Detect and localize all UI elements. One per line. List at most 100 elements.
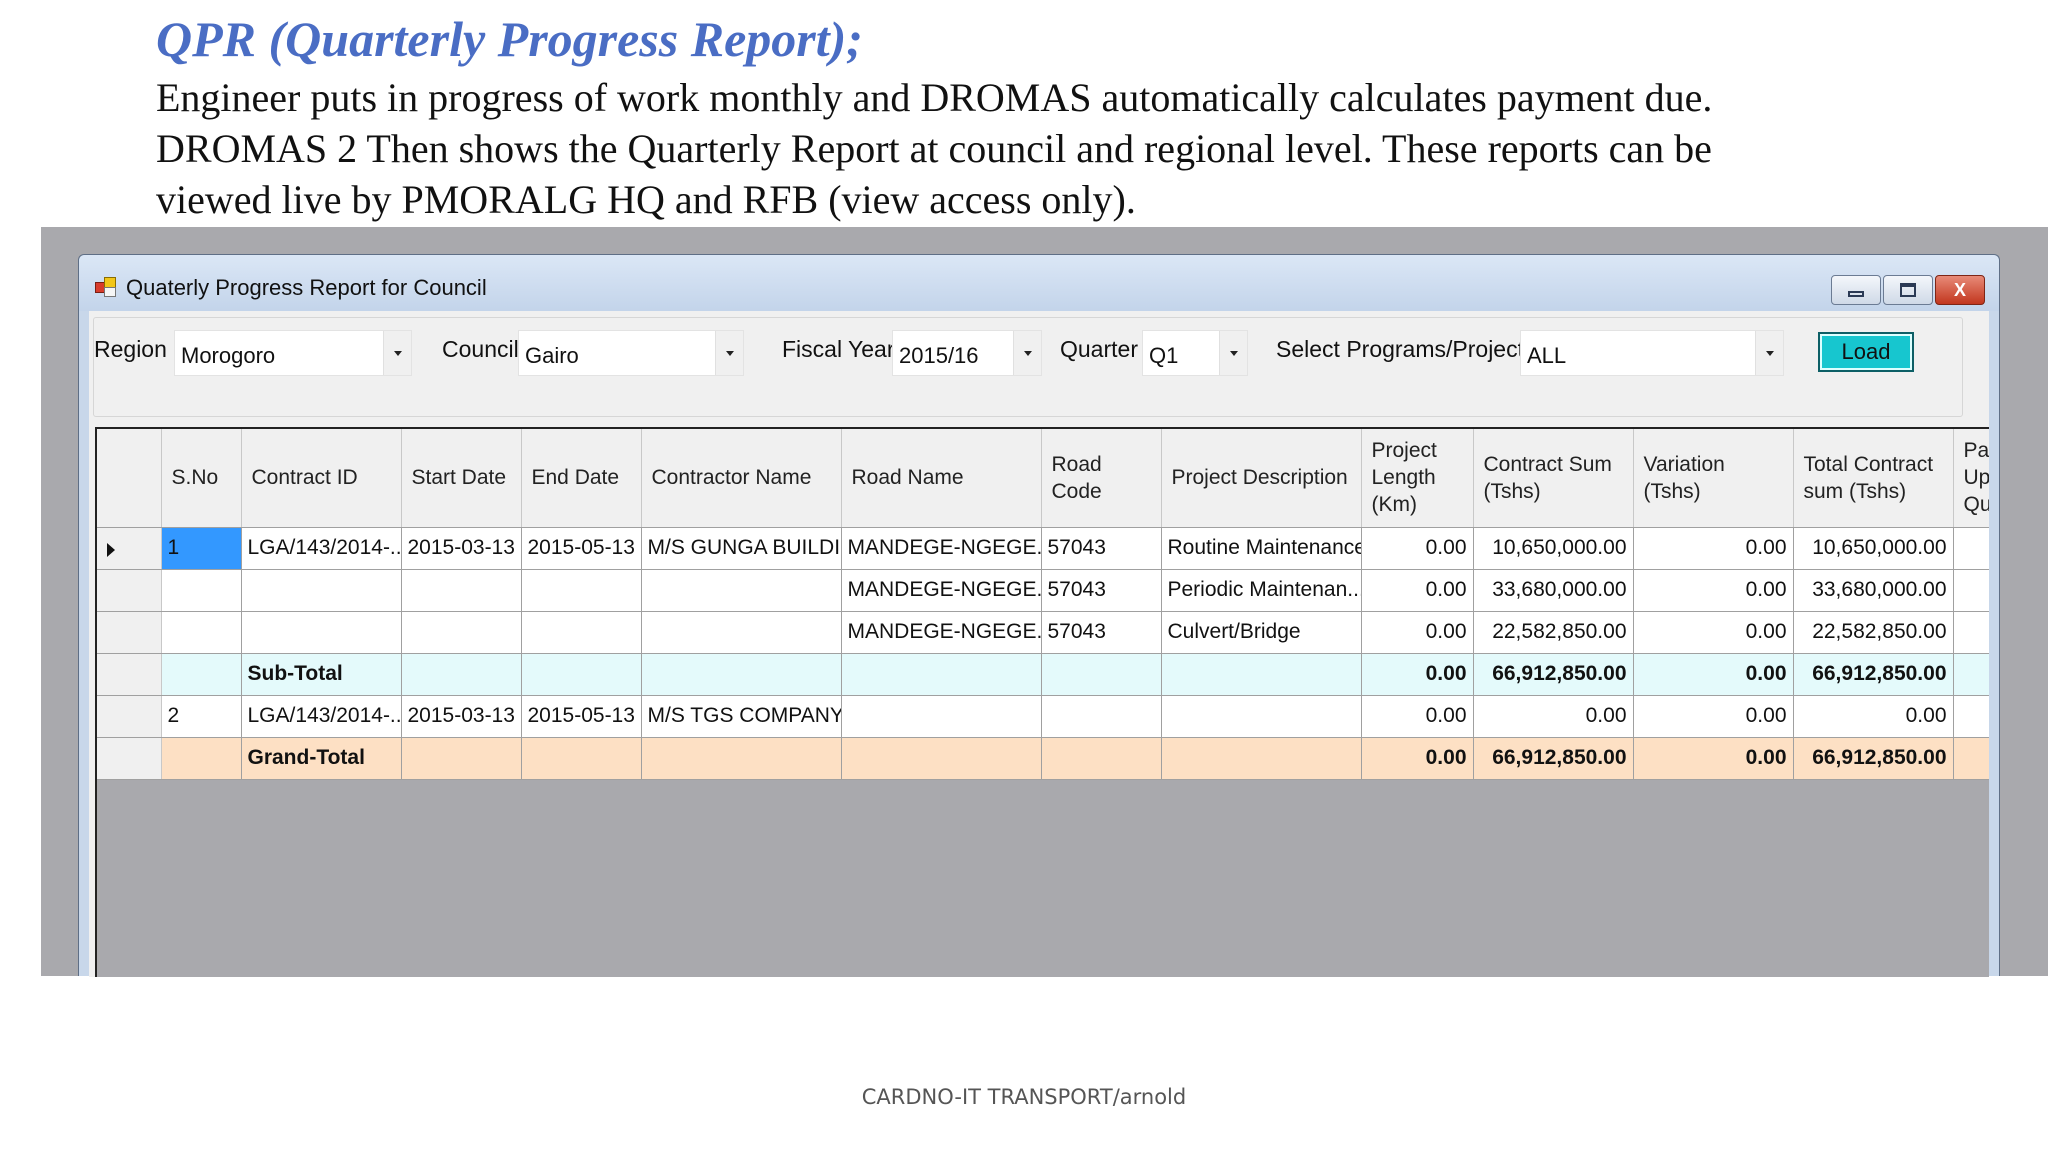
- table-cell[interactable]: 66,912,850.00: [1793, 653, 1954, 696]
- subtotal-row[interactable]: Sub-Total 0.00 66,912,850.00 0.00 66,912,850…: [97, 653, 1989, 696]
- maximize-button[interactable]: [1883, 275, 1933, 305]
- table-cell[interactable]: [521, 737, 642, 780]
- table-cell[interactable]: M/S TGS COMPANY...: [641, 695, 842, 738]
- table-cell[interactable]: 57043: [1041, 569, 1162, 612]
- table-cell[interactable]: 0.00: [1473, 695, 1634, 738]
- column-header[interactable]: Contract ID: [241, 429, 402, 528]
- region-select[interactable]: Morogoro: [174, 330, 412, 376]
- table-cell[interactable]: MANDEGE-NGEGE...: [841, 569, 1042, 612]
- table-cell[interactable]: [841, 695, 1042, 738]
- table-cell[interactable]: 0.00: [1361, 527, 1474, 570]
- column-header[interactable]: Pa Up Qu: [1953, 429, 1989, 528]
- table-cell[interactable]: [641, 653, 842, 696]
- table-cell[interactable]: [1953, 737, 1989, 780]
- column-header[interactable]: Variation (Tshs): [1633, 429, 1794, 528]
- table-cell[interactable]: LGA/143/2014-...: [241, 527, 402, 570]
- column-header[interactable]: Project Length (Km): [1361, 429, 1474, 528]
- table-cell[interactable]: [1041, 737, 1162, 780]
- table-cell[interactable]: 57043: [1041, 527, 1162, 570]
- table-cell[interactable]: 0.00: [1633, 695, 1794, 738]
- table-cell[interactable]: [1953, 695, 1989, 738]
- table-cell[interactable]: M/S GUNGA BUILDI...: [641, 527, 842, 570]
- table-cell[interactable]: 66,912,850.00: [1473, 737, 1634, 780]
- table-cell[interactable]: 0.00: [1361, 737, 1474, 780]
- minimize-button[interactable]: [1831, 275, 1881, 305]
- row-header[interactable]: [97, 737, 162, 780]
- table-cell[interactable]: [161, 653, 242, 696]
- table-cell[interactable]: [521, 653, 642, 696]
- report-grid[interactable]: S.No Contract ID Start Date End Date Contrac…: [95, 427, 1989, 977]
- table-cell[interactable]: 2: [161, 695, 242, 738]
- table-cell[interactable]: Routine Maintenance: [1161, 527, 1362, 570]
- council-select[interactable]: Gairo: [518, 330, 744, 376]
- table-cell[interactable]: [521, 569, 642, 612]
- table-cell[interactable]: [401, 653, 522, 696]
- table-cell[interactable]: 10,650,000.00: [1473, 527, 1634, 570]
- table-cell[interactable]: [1161, 653, 1362, 696]
- column-header[interactable]: Road Code: [1041, 429, 1162, 528]
- table-cell[interactable]: [401, 737, 522, 780]
- table-cell[interactable]: [161, 737, 242, 780]
- column-header[interactable]: Road Name: [841, 429, 1042, 528]
- table-cell[interactable]: [1161, 737, 1362, 780]
- table-row[interactable]: 1 LGA/143/2014-... 2015-03-13 2015-05-13 M/S…: [97, 527, 1989, 570]
- load-button[interactable]: Load: [1818, 332, 1914, 372]
- table-cell[interactable]: 22,582,850.00: [1473, 611, 1634, 654]
- table-cell[interactable]: [1041, 653, 1162, 696]
- column-header[interactable]: S.No: [161, 429, 242, 528]
- table-cell[interactable]: [161, 611, 242, 654]
- table-cell[interactable]: 22,582,850.00: [1793, 611, 1954, 654]
- table-cell[interactable]: Periodic Maintenan...: [1161, 569, 1362, 612]
- table-cell[interactable]: [641, 737, 842, 780]
- table-cell[interactable]: LGA/143/2014-...: [241, 695, 402, 738]
- fiscal-year-dropdown-button[interactable]: [1013, 331, 1041, 375]
- column-header[interactable]: Total Contract sum (Tshs): [1793, 429, 1954, 528]
- column-header[interactable]: Contract Sum (Tshs): [1473, 429, 1634, 528]
- table-cell[interactable]: Culvert/Bridge: [1161, 611, 1362, 654]
- close-button[interactable]: X: [1935, 275, 1985, 305]
- table-cell[interactable]: 0.00: [1361, 611, 1474, 654]
- grand-total-row[interactable]: Grand-Total 0.00 66,912,850.00 0.00 66,912,8…: [97, 737, 1989, 780]
- region-dropdown-button[interactable]: [383, 331, 411, 375]
- table-cell[interactable]: 66,912,850.00: [1473, 653, 1634, 696]
- table-cell[interactable]: [1953, 611, 1989, 654]
- table-cell[interactable]: [641, 569, 842, 612]
- column-header[interactable]: Contractor Name: [641, 429, 842, 528]
- row-header[interactable]: [97, 611, 162, 654]
- table-cell[interactable]: [401, 611, 522, 654]
- table-cell[interactable]: [1953, 653, 1989, 696]
- table-cell[interactable]: [841, 653, 1042, 696]
- table-cell[interactable]: [401, 569, 522, 612]
- table-cell[interactable]: 66,912,850.00: [1793, 737, 1954, 780]
- table-cell[interactable]: [1041, 695, 1162, 738]
- table-cell[interactable]: [1161, 695, 1362, 738]
- table-cell[interactable]: 0.00: [1633, 569, 1794, 612]
- table-cell[interactable]: [161, 569, 242, 612]
- council-dropdown-button[interactable]: [715, 331, 743, 375]
- column-header[interactable]: Project Description: [1161, 429, 1362, 528]
- table-cell[interactable]: 2015-05-13: [521, 527, 642, 570]
- table-cell[interactable]: 10,650,000.00: [1793, 527, 1954, 570]
- fiscal-year-select[interactable]: 2015/16: [892, 330, 1042, 376]
- table-cell[interactable]: 0.00: [1361, 569, 1474, 612]
- table-cell[interactable]: 0.00: [1633, 737, 1794, 780]
- column-header[interactable]: End Date: [521, 429, 642, 528]
- table-cell[interactable]: 0.00: [1361, 695, 1474, 738]
- row-header[interactable]: [97, 527, 162, 570]
- table-cell[interactable]: [1953, 527, 1989, 570]
- table-cell[interactable]: [841, 737, 1042, 780]
- window-titlebar[interactable]: Quaterly Progress Report for Council X: [79, 255, 1999, 311]
- table-cell[interactable]: 0.00: [1361, 653, 1474, 696]
- table-cell[interactable]: [241, 611, 402, 654]
- table-cell[interactable]: 0.00: [1793, 695, 1954, 738]
- programs-dropdown-button[interactable]: [1755, 331, 1783, 375]
- table-cell[interactable]: 2015-05-13: [521, 695, 642, 738]
- programs-select[interactable]: ALL: [1520, 330, 1784, 376]
- table-cell[interactable]: 2015-03-13: [401, 695, 522, 738]
- table-cell[interactable]: 57043: [1041, 611, 1162, 654]
- table-cell[interactable]: 33,680,000.00: [1793, 569, 1954, 612]
- table-cell[interactable]: [1953, 569, 1989, 612]
- table-cell[interactable]: 0.00: [1633, 611, 1794, 654]
- table-cell[interactable]: [641, 611, 842, 654]
- table-cell[interactable]: 0.00: [1633, 527, 1794, 570]
